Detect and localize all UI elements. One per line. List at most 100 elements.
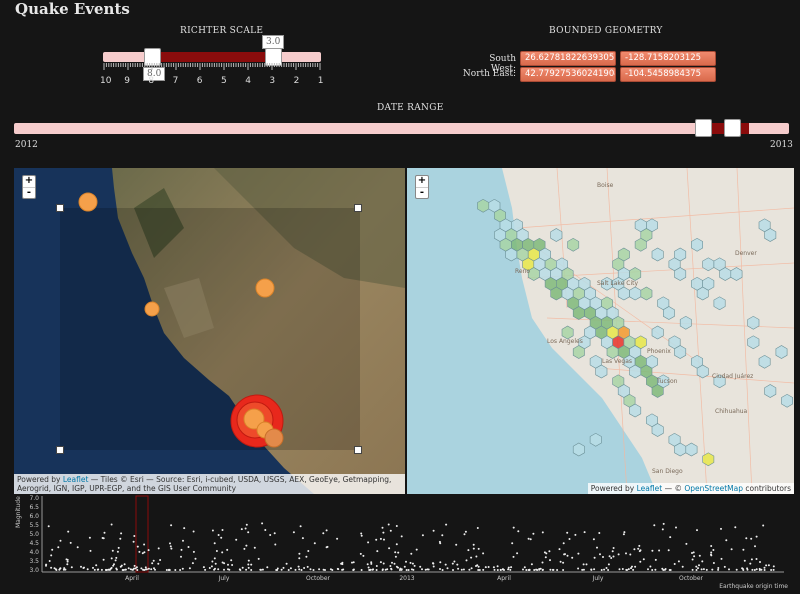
timeline-point [720,527,722,530]
timeline-point [379,537,382,540]
timeline-point [476,564,479,567]
richter-scale-label: RICHTER SCALE [180,26,264,36]
satellite-zoom-in-button[interactable]: + [23,176,35,187]
timeline-point [257,557,260,560]
satellite-zoom-out-button[interactable]: - [23,187,35,198]
timeline-point [413,564,416,567]
timeline-point [603,568,606,571]
timeline-point [371,568,374,571]
street-map[interactable]: + - Boise Salt Lake City Reno Denver Las Veg… [407,168,794,494]
timeline-point [559,560,562,563]
timeline-point [226,548,229,551]
street-zoom-out-button[interactable]: - [416,187,428,198]
richter-tick-label: 1 [317,76,324,86]
timeline-point [446,567,449,570]
timeline-point [562,542,565,545]
attribution-prefix: Powered by [590,484,637,493]
south-west-lng-field[interactable]: -128.7158203125 [620,51,716,66]
timeline-point [55,569,58,571]
city-label: Salt Lake City [597,280,639,287]
quake-marker [264,428,284,448]
timeline-point [360,532,363,535]
north-east-lat-field[interactable]: 42.779275360241904 [520,67,616,82]
timeline-point [213,542,216,545]
date-end-handle[interactable] [724,119,741,137]
timeline-point [113,563,115,566]
hexbin-cell [589,432,602,447]
timeline-point [250,563,253,566]
leaflet-link[interactable]: Leaflet [637,484,663,493]
leaflet-link[interactable]: Leaflet [63,475,89,484]
timeline-point [592,538,595,541]
attribution-prefix: Powered by [17,475,63,484]
richter-tick-label: 4 [245,76,251,86]
timeline-point [551,568,554,571]
timeline-point [266,566,269,569]
date-range-slider[interactable] [14,119,789,137]
timeline-y-tick: 5.5 [29,522,39,529]
timeline-point [695,569,698,571]
timeline-point [691,552,693,554]
timeline-point [391,561,393,564]
timeline-point [110,523,113,526]
timeline-point [179,569,182,571]
timeline-point [352,561,355,564]
timeline-point [188,567,191,570]
timeline-point [530,563,533,566]
timeline-point [220,536,223,539]
timeline-point [305,555,308,558]
timeline-point [211,529,214,532]
south-west-lat-field[interactable]: 26.62781822639305 [520,51,616,66]
timeline-point [493,568,496,571]
timeline-point [577,567,580,570]
street-zoom-in-button[interactable]: + [416,176,428,187]
timeline-point [387,523,390,526]
timeline-point [376,550,379,553]
timeline-point [264,529,267,531]
timeline-point [751,568,754,571]
timeline-point [642,558,645,561]
satellite-zoom-control: + - [22,175,36,199]
timeline-point [499,568,502,571]
timeline-point [464,530,467,533]
openstreetmap-link[interactable]: OpenStreetMap [684,484,743,493]
timeline-point [383,538,385,541]
timeline-point [700,568,703,571]
timeline-point [765,564,768,567]
timeline-point [210,565,213,568]
timeline-point [329,568,332,571]
timeline-point [341,561,344,564]
timeline-point [69,541,72,544]
richter-max-value: 3.0 [262,35,285,49]
timeline-point [273,532,276,535]
timeline-point [50,566,53,569]
timeline-point [261,568,264,571]
timeline-chart[interactable]: 7.0 6.5 6.0 5.5 5.0 4.5 4.0 3.5 3.0 April July Octo… [14,494,794,594]
timeline-point [150,568,153,571]
timeline-point [529,538,532,541]
city-label: Ciudad Juárez [712,373,754,380]
richter-tick-labels: 10 9 8 7 6 5 4 3 2 1 [98,76,326,88]
timeline-point [359,552,362,555]
timeline-point [93,568,96,571]
timeline-point [105,568,107,571]
timeline-point [755,535,758,538]
date-start-handle[interactable] [695,119,712,137]
timeline-point [325,546,328,549]
timeline-point [432,565,435,568]
timeline-point [749,562,752,565]
timeline-point [395,543,398,546]
north-east-lng-field[interactable]: -104.5458984375 [620,67,716,82]
timeline-point [482,552,485,555]
hexbin-cell [781,393,794,408]
satellite-map[interactable]: + - Powered by Leaflet — Tiles © Esri — … [14,168,405,494]
timeline-point [484,566,487,569]
timeline-point [772,565,775,568]
richter-scale-slider[interactable] [103,48,321,66]
timeline-point [405,569,408,571]
timeline-point [141,552,144,555]
timeline-point [439,568,441,570]
timeline-point [157,547,160,550]
timeline-point [395,525,398,527]
timeline-point [245,544,248,547]
